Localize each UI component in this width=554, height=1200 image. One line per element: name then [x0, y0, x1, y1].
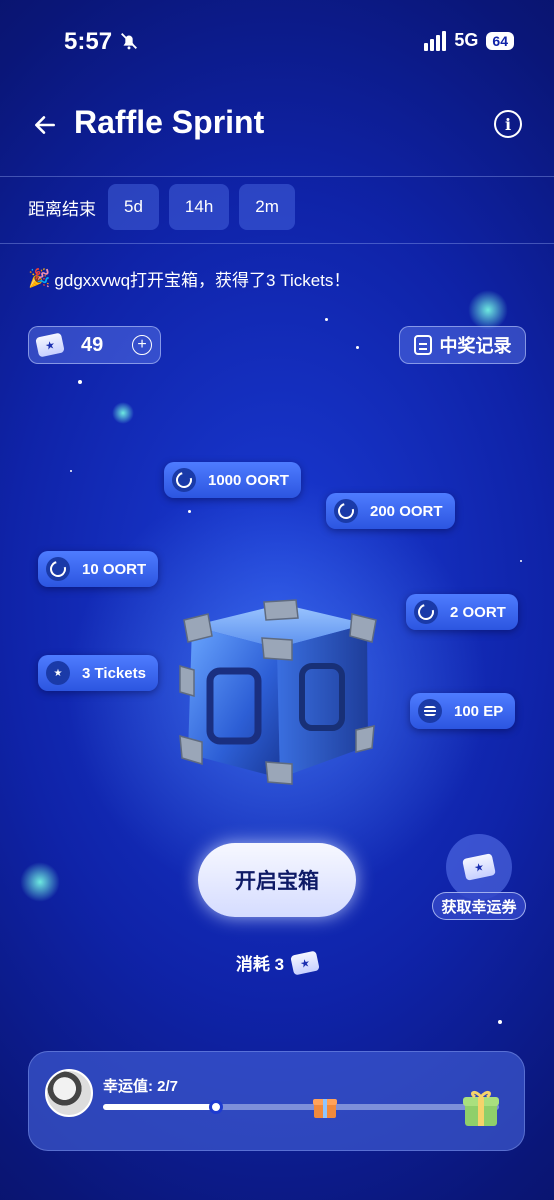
cost-label: 消耗 3 [235, 955, 285, 974]
star [70, 470, 72, 472]
signal-icon [424, 30, 447, 51]
mute-bell-icon [121, 33, 137, 50]
ticket-icon: ★ [35, 332, 65, 358]
big-gift-icon [463, 1090, 499, 1126]
prize-pill: 3 Tickets [38, 655, 158, 691]
star [78, 380, 82, 384]
ticket-count: 49 [81, 333, 104, 356]
back-arrow-icon[interactable] [32, 112, 58, 138]
ep-stack-icon [418, 699, 442, 723]
star [356, 346, 359, 349]
ticker-message: gdgxxvwq打开宝箱，获得了3 Tickets！ [54, 271, 351, 290]
info-icon[interactable]: i [494, 110, 522, 138]
add-tickets-icon[interactable]: + [132, 335, 152, 355]
page-title: Raffle Sprint [74, 104, 265, 140]
star [188, 510, 191, 513]
countdown-minutes: 2m [239, 184, 295, 230]
prize-label: 2 OORT [450, 603, 506, 621]
avatar [45, 1069, 93, 1117]
countdown-label: 距离结束 [28, 199, 96, 219]
star [520, 560, 522, 562]
divider [0, 243, 554, 244]
oort-coin-icon [414, 600, 438, 624]
star-glow [468, 290, 508, 330]
prize-records-button[interactable]: 中奖记录 [399, 326, 526, 364]
winner-ticker: 🎉 gdgxxvwq打开宝箱，获得了3 Tickets！ [28, 266, 350, 291]
small-gift-icon [313, 1099, 337, 1118]
open-chest-button[interactable]: 开启宝箱 [198, 843, 356, 917]
star-glow [20, 862, 60, 902]
records-icon [413, 335, 432, 355]
prize-pill: 1000 OORT [164, 462, 301, 498]
countdown-hours: 14h [168, 184, 230, 230]
star-glow [112, 402, 134, 424]
ticket-balance: ★ 49 + [28, 326, 161, 364]
prize-pill: 200 OORT [326, 493, 455, 529]
ticket-icon: ★ [462, 853, 496, 881]
status-bar: 5:57 5G 64 [0, 0, 554, 80]
oort-coin-icon [334, 499, 358, 523]
battery-icon: 64 [486, 31, 514, 50]
oort-coin-icon [172, 468, 196, 492]
get-tickets-label: 获取幸运券 [432, 892, 526, 920]
luck-progress-track [103, 1100, 499, 1114]
luck-progress-knob [209, 1100, 224, 1114]
prize-pill: 2 OORT [406, 594, 518, 630]
prize-label: 100 EP [454, 702, 504, 720]
network-type: 5G [454, 30, 479, 50]
header: Raffle Sprint i [0, 100, 554, 152]
star [498, 1020, 502, 1024]
luck-label: 幸运值: 2/7 [103, 1078, 179, 1095]
countdown-days: 5d [108, 184, 159, 230]
party-popper-icon: 🎉 [28, 268, 51, 288]
open-cost: 消耗 3 ★ [0, 950, 554, 975]
divider [0, 176, 554, 177]
records-label: 中奖记录 [439, 336, 512, 356]
prize-label: 200 OORT [370, 502, 443, 520]
ticket-icon: ★ [290, 950, 320, 975]
countdown: 距离结束 5d 14h 2m [28, 184, 295, 230]
prize-pill: 100 EP [410, 693, 516, 729]
treasure-chest-image [179, 599, 377, 785]
prize-label: 10 OORT [82, 560, 147, 578]
prize-label: 1000 OORT [208, 471, 289, 489]
star [325, 318, 328, 321]
prize-label: 3 Tickets [82, 664, 146, 682]
luck-panel: 幸运值: 2/7 [28, 1051, 525, 1151]
get-tickets-circle: ★ [446, 834, 512, 900]
prize-pill: 10 OORT [38, 551, 159, 587]
luck-progress-fill [103, 1104, 217, 1110]
status-time: 5:57 [64, 28, 113, 55]
get-tickets-button[interactable]: ★ 获取幸运券 [432, 834, 526, 922]
oort-coin-icon [46, 557, 70, 581]
ticket-icon [46, 661, 70, 685]
